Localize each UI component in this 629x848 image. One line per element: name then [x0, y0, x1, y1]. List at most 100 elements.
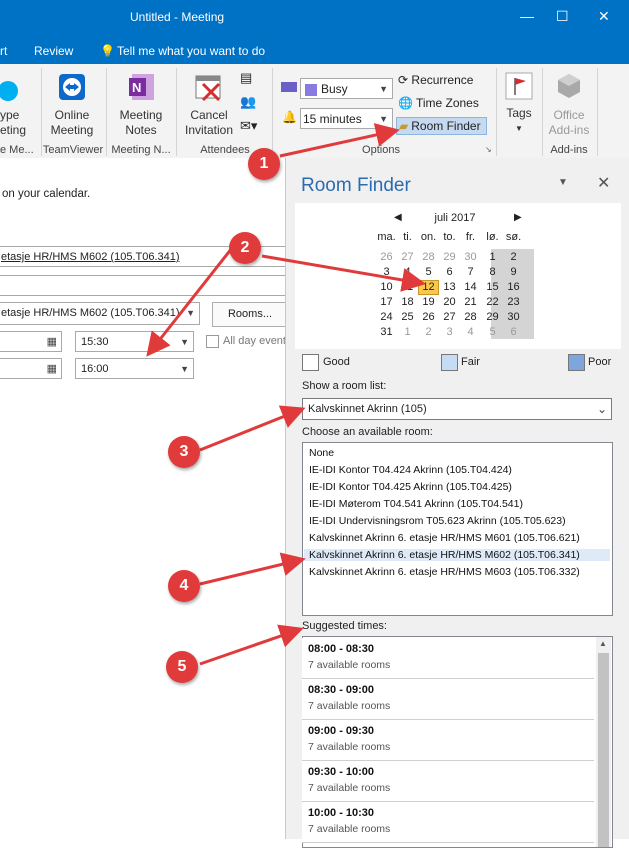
meeting-notes-button[interactable]: Meeting Notes: [110, 108, 172, 138]
calendar-day[interactable]: 29: [439, 250, 460, 265]
scrollbar-thumb[interactable]: [598, 653, 609, 847]
all-day-checkbox[interactable]: [206, 335, 219, 348]
calendar-day[interactable]: 3: [376, 265, 397, 280]
calendar-day[interactable]: 15: [482, 280, 503, 295]
time-zones-button[interactable]: 🌐 Time Zones: [398, 96, 479, 110]
pane-close-icon[interactable]: ✕: [597, 173, 610, 193]
location-dropdown[interactable]: etasje HR/HMS M602 (105.T06.341) ▼: [0, 302, 200, 325]
maximize-icon[interactable]: ☐: [556, 8, 569, 25]
calendar-day[interactable]: 8: [482, 265, 503, 280]
prev-month-icon[interactable]: ◀: [394, 212, 402, 223]
calendar-icon[interactable]: ▦: [47, 359, 57, 379]
selected-day[interactable]: 12: [418, 280, 439, 295]
calendar-icon[interactable]: ▦: [47, 332, 57, 352]
room-option[interactable]: IE-IDI Møterom T04.541 Akrinn (105.T04.5…: [309, 498, 523, 510]
close-icon[interactable]: ✕: [598, 8, 610, 25]
calendar-day[interactable]: 18: [397, 295, 418, 310]
end-date-field[interactable]: ▦: [0, 358, 62, 379]
calendar-day[interactable]: 16: [503, 280, 524, 295]
suggested-time-slot[interactable]: 10:00 - 10:30 7 available rooms: [302, 802, 594, 843]
calendar-day[interactable]: 25: [397, 310, 418, 325]
calendar-day[interactable]: 4: [397, 265, 418, 280]
skype-meeting-button[interactable]: ype eting: [0, 108, 26, 138]
skype-icon[interactable]: [0, 80, 22, 102]
calendar-day[interactable]: 24: [376, 310, 397, 325]
calendar-day[interactable]: 2: [503, 250, 524, 265]
calendar-day[interactable]: 17: [376, 295, 397, 310]
address-book-icon[interactable]: ▤: [240, 70, 252, 86]
calendar-day[interactable]: 30: [503, 310, 524, 325]
chevron-down-icon: ▼: [379, 114, 388, 124]
calendar-day[interactable]: 9: [503, 265, 524, 280]
online-meeting-button[interactable]: Online Meeting: [44, 108, 100, 138]
suggested-time-slot[interactable]: 09:30 - 10:00 7 available rooms: [302, 761, 594, 802]
start-date-field[interactable]: ▦: [0, 331, 62, 352]
scrollbar[interactable]: ▲: [596, 637, 611, 847]
calendar-day[interactable]: 22: [482, 295, 503, 310]
pane-menu-icon[interactable]: ▼: [558, 177, 568, 188]
room-option-none[interactable]: None: [309, 447, 334, 459]
room-option[interactable]: Kalvskinnet Akrinn 6. etasje HR/HMS M601…: [309, 532, 580, 544]
calendar-day[interactable]: 3: [439, 325, 460, 340]
calendar-day[interactable]: 5: [482, 325, 503, 340]
room-option[interactable]: Kalvskinnet Akrinn 6. etasje HR/HMS M602…: [304, 549, 610, 561]
location-link[interactable]: etasje HR/HMS M602 (105.T06.341): [1, 251, 180, 263]
calendar-day[interactable]: 5: [418, 265, 439, 280]
calendar-day[interactable]: 30: [460, 250, 481, 265]
tags-button[interactable]: Tags ▼: [500, 106, 538, 136]
calendar-day[interactable]: 13: [439, 280, 460, 295]
next-month-icon[interactable]: ▶: [514, 212, 522, 223]
room-option[interactable]: IE-IDI Undervisningsrom T05.623 Akrinn (…: [309, 515, 566, 527]
start-time-dropdown[interactable]: 15:30 ▼: [75, 331, 194, 352]
legend-good-label: Good: [323, 356, 350, 368]
end-time-dropdown[interactable]: 16:00 ▼: [75, 358, 194, 379]
check-names-icon[interactable]: 👥: [240, 94, 256, 110]
calendar-day[interactable]: 19: [418, 295, 439, 310]
calendar-day[interactable]: 4: [460, 325, 481, 340]
room-option[interactable]: Kalvskinnet Akrinn 6. etasje HR/HMS M603…: [309, 566, 580, 578]
reminder-dropdown[interactable]: 15 minutes ▼: [300, 108, 393, 129]
calendar-day[interactable]: 27: [439, 310, 460, 325]
calendar-day[interactable]: 20: [439, 295, 460, 310]
calendar-day[interactable]: 31: [376, 325, 397, 340]
calendar-day[interactable]: 10: [376, 280, 397, 295]
room-finder-button[interactable]: ▰ Room Finder: [396, 117, 487, 135]
room-option[interactable]: IE-IDI Kontor T04.425 Akrinn (105.T04.42…: [309, 481, 512, 493]
calendar-day[interactable]: 1: [482, 250, 503, 265]
calendar-day[interactable]: 1: [397, 325, 418, 340]
calendar-day[interactable]: 29: [482, 310, 503, 325]
suggested-time-slot[interactable]: 09:00 - 09:30 7 available rooms: [302, 720, 594, 761]
calendar-day[interactable]: 6: [503, 325, 524, 340]
suggested-time-slot[interactable]: 08:30 - 09:00 7 available rooms: [302, 679, 594, 720]
rooms-button[interactable]: Rooms...: [212, 302, 286, 327]
scroll-up-icon[interactable]: ▲: [599, 639, 607, 648]
suggested-time-slot[interactable]: 08:00 - 08:30 7 available rooms: [302, 638, 594, 679]
calendar-day[interactable]: 21: [460, 295, 481, 310]
show-as-dropdown[interactable]: Busy ▼: [300, 78, 393, 99]
calendar-day[interactable]: 26: [418, 310, 439, 325]
minimize-icon[interactable]: —: [520, 8, 534, 24]
office-addins-button[interactable]: Office Add-ins: [544, 108, 594, 138]
calendar-day[interactable]: 7: [460, 265, 481, 280]
tell-me-search[interactable]: Tell me what you want to do: [117, 44, 265, 58]
calendar-day[interactable]: 23: [503, 295, 524, 310]
calendar-day[interactable]: 26: [376, 250, 397, 265]
calendar-day[interactable]: 11: [397, 280, 418, 295]
room-option[interactable]: IE-IDI Kontor T04.424 Akrinn (105.T04.42…: [309, 464, 512, 476]
calendar-day[interactable]: 14: [460, 280, 481, 295]
title-bar: Untitled - Meeting — ☐ ✕: [0, 0, 629, 37]
dialog-launcher-icon[interactable]: ↘: [485, 145, 492, 154]
response-options-icon[interactable]: ✉▾: [240, 118, 257, 134]
tab-review[interactable]: Review: [34, 44, 73, 58]
calendar-day[interactable]: 27: [397, 250, 418, 265]
tab-format[interactable]: rt: [0, 44, 7, 58]
calendar-day[interactable]: 28: [460, 310, 481, 325]
calendar-day[interactable]: 6: [439, 265, 460, 280]
cancel-invitation-button[interactable]: Cancel Invitation: [178, 108, 240, 138]
subject-field[interactable]: [0, 275, 286, 296]
recurrence-button[interactable]: ⟳ Recurrence: [398, 73, 473, 87]
calendar-day[interactable]: 2: [418, 325, 439, 340]
calendar-day[interactable]: 28: [418, 250, 439, 265]
room-list-label: Show a room list:: [302, 380, 387, 392]
room-list-dropdown[interactable]: Kalvskinnet Akrinn (105) ⌄: [302, 398, 612, 420]
